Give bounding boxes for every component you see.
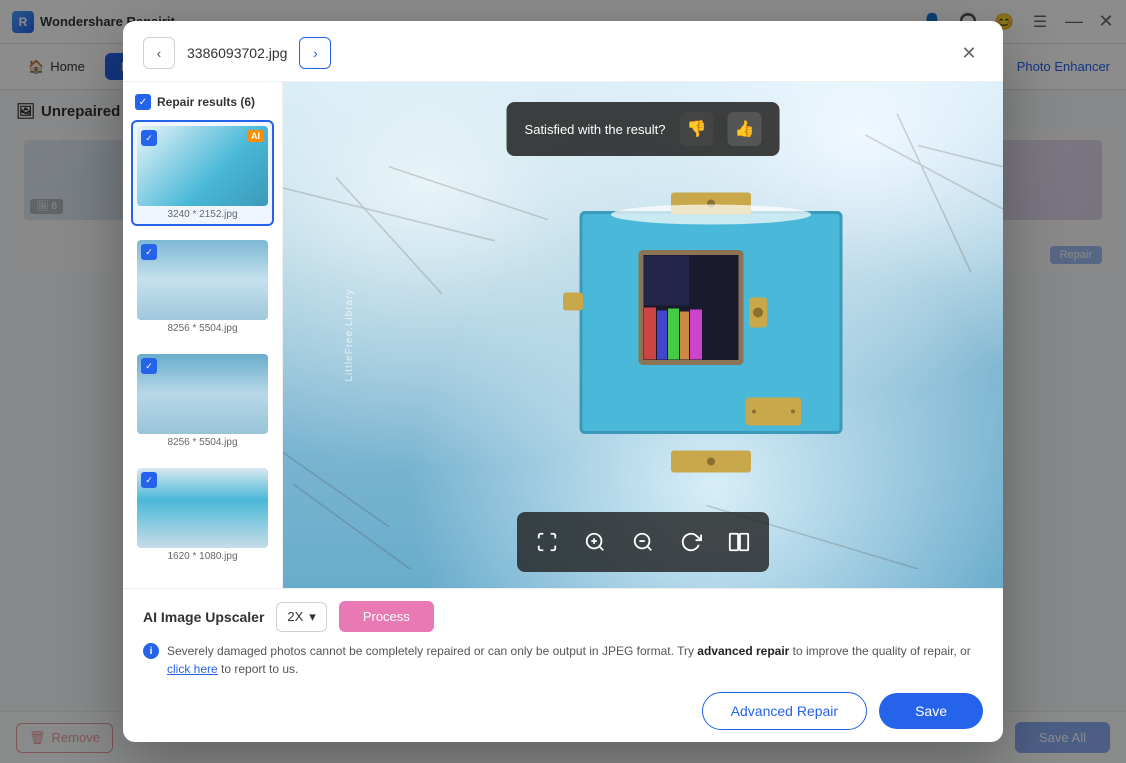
modal-actions: Advanced Repair Save — [143, 692, 983, 730]
zoom-out-icon — [632, 531, 654, 553]
satisfied-bar: Satisfied with the result? 👎 👍 — [507, 102, 780, 156]
thumb-label-3: 8256 * 5504.jpg — [137, 437, 268, 448]
modal-overlay: ‹ 3386093702.jpg › ✕ ✓ Repair re — [0, 0, 1126, 763]
preview-image-container: LittleFree.Library — [283, 82, 1003, 588]
info-text-after: to improve the quality of repair, or — [789, 644, 970, 658]
rotate-button[interactable] — [671, 522, 711, 562]
prev-arrow-icon: ‹ — [157, 45, 162, 61]
thumbup-icon: 👍 — [734, 119, 754, 139]
preview-toolbar — [517, 512, 769, 572]
repair-results-checkbox[interactable]: ✓ — [135, 94, 151, 110]
process-button[interactable]: Process — [339, 601, 434, 632]
upscaler-label: AI Image Upscaler — [143, 609, 264, 625]
advanced-repair-label: Advanced Repair — [731, 703, 838, 719]
compare-button[interactable] — [719, 522, 759, 562]
repair-results-label: Repair results (6) — [157, 95, 255, 109]
info-icon: i — [143, 643, 159, 659]
info-end: to report to us. — [218, 662, 299, 676]
next-image-button[interactable]: › — [299, 37, 331, 69]
click-here-link[interactable]: click here — [167, 662, 218, 676]
modal-bottom: AI Image Upscaler 2X ▾ Process i Severel… — [123, 588, 1003, 742]
thumbdown-icon: 👎 — [686, 119, 706, 139]
thumbnail-item-2[interactable]: ✓ 8256 * 5504.jpg — [131, 234, 274, 340]
chevron-down-icon: ▾ — [309, 609, 316, 625]
thumb-checkbox-4[interactable]: ✓ — [141, 472, 157, 488]
thumbup-button[interactable]: 👍 — [727, 112, 761, 146]
app-window: R Wondershare Repairit 👤 🎧 😊 ☰ — ✕ 🏠 Hom… — [0, 0, 1126, 763]
preview-area: LittleFree.Library — [283, 82, 1003, 588]
modal-dialog: ‹ 3386093702.jpg › ✕ ✓ Repair re — [123, 21, 1003, 742]
advanced-repair-button[interactable]: Advanced Repair — [702, 692, 867, 730]
zoom-in-button[interactable] — [575, 522, 615, 562]
ai-badge-1: AI — [247, 130, 264, 142]
library-box-container — [541, 183, 881, 488]
preview-image: LittleFree.Library — [283, 82, 1003, 588]
upscaler-value: 2X — [287, 609, 303, 624]
thumbnail-item-1[interactable]: ✓ AI 3240 * 2152.jpg — [131, 120, 274, 226]
thumbnail-item-4[interactable]: ✓ 1620 * 1080.jpg — [131, 462, 274, 568]
modal-filename: 3386093702.jpg — [187, 45, 287, 61]
info-row: i Severely damaged photos cannot be comp… — [143, 642, 983, 678]
rotate-icon — [680, 531, 702, 553]
thumb-checkbox-2[interactable]: ✓ — [141, 244, 157, 260]
thumb-label-2: 8256 * 5504.jpg — [137, 323, 268, 334]
thumb-label-1: 3240 * 2152.jpg — [137, 209, 268, 220]
zoom-in-icon — [584, 531, 606, 553]
thumb-img-1: ✓ AI — [137, 126, 268, 206]
save-button[interactable]: Save — [879, 693, 983, 729]
upscaler-row: AI Image Upscaler 2X ▾ Process — [143, 601, 983, 632]
advanced-repair-text: advanced repair — [697, 644, 789, 658]
thumbnail-item-3[interactable]: ✓ 8256 * 5504.jpg — [131, 348, 274, 454]
modal-close-button[interactable]: ✕ — [955, 39, 983, 67]
thumb-img-2: ✓ — [137, 240, 268, 320]
modal-nav: ‹ 3386093702.jpg › — [143, 37, 331, 69]
modal-header: ‹ 3386093702.jpg › ✕ — [123, 21, 1003, 82]
repair-results-header: ✓ Repair results (6) — [131, 94, 274, 110]
zoom-out-button[interactable] — [623, 522, 663, 562]
modal-body: ✓ Repair results (6) ✓ AI 3240 * 2152.jp… — [123, 82, 1003, 588]
satisfied-text: Satisfied with the result? — [525, 122, 666, 137]
info-text-before: Severely damaged photos cannot be comple… — [167, 644, 697, 658]
thumb-label-4: 1620 * 1080.jpg — [137, 551, 268, 562]
save-label: Save — [915, 703, 947, 719]
prev-image-button[interactable]: ‹ — [143, 37, 175, 69]
library-box-svg — [541, 183, 881, 483]
thumb-img-4: ✓ — [137, 468, 268, 548]
thumb-img-3: ✓ — [137, 354, 268, 434]
compare-icon — [728, 531, 750, 553]
fullscreen-icon — [536, 531, 558, 553]
info-text: Severely damaged photos cannot be comple… — [167, 642, 983, 678]
thumbdown-button[interactable]: 👎 — [679, 112, 713, 146]
thumb-checkbox-3[interactable]: ✓ — [141, 358, 157, 374]
close-icon: ✕ — [961, 43, 976, 64]
upscaler-select[interactable]: 2X ▾ — [276, 602, 326, 632]
thumb-checkbox-1[interactable]: ✓ — [141, 130, 157, 146]
process-label: Process — [363, 609, 410, 624]
fullscreen-button[interactable] — [527, 522, 567, 562]
thumbnail-sidebar: ✓ Repair results (6) ✓ AI 3240 * 2152.jp… — [123, 82, 283, 588]
vertical-text: LittleFree.Library — [344, 288, 355, 381]
next-arrow-icon: › — [313, 45, 318, 61]
